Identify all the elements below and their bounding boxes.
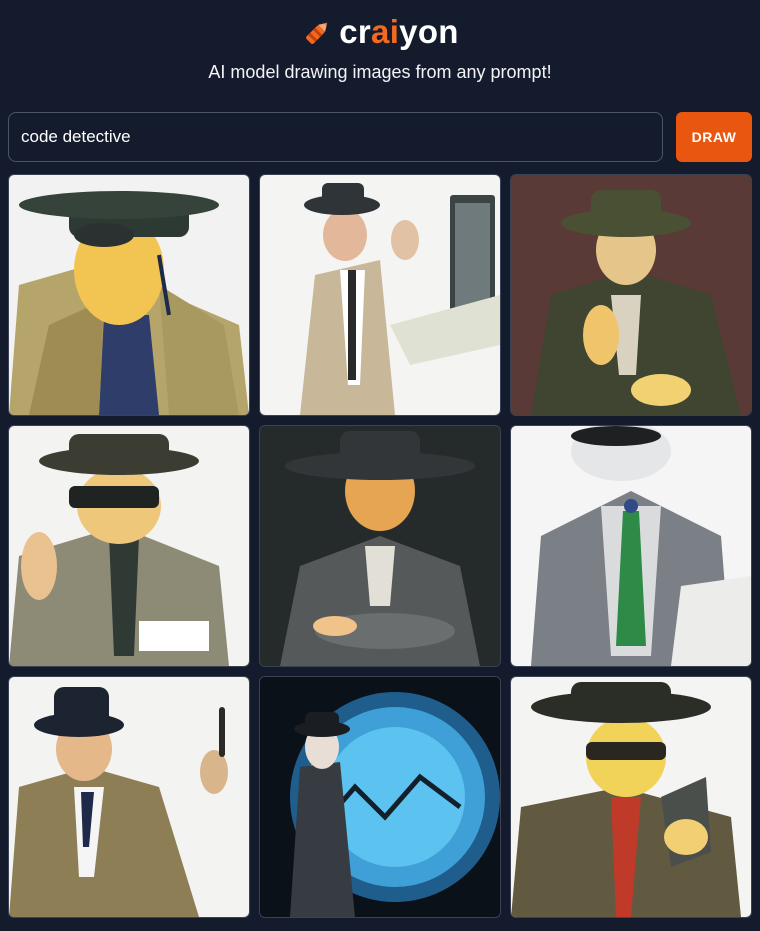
prompt-input[interactable] bbox=[8, 112, 663, 162]
crayon-icon bbox=[306, 22, 328, 44]
logo[interactable]: craiyon bbox=[301, 12, 459, 52]
detective-illustration-9 bbox=[511, 677, 751, 917]
result-image-6[interactable] bbox=[510, 425, 752, 667]
result-image-9[interactable] bbox=[510, 676, 752, 918]
detective-illustration-8 bbox=[260, 677, 500, 917]
tagline: AI model drawing images from any prompt! bbox=[208, 62, 552, 82]
brand-name-suffix: yon bbox=[399, 13, 459, 50]
result-image-3[interactable] bbox=[510, 174, 752, 416]
result-image-4[interactable] bbox=[8, 425, 250, 667]
brand-name-accent: ai bbox=[371, 13, 400, 50]
detective-illustration-3 bbox=[511, 175, 751, 415]
result-image-7[interactable] bbox=[8, 676, 250, 918]
detective-illustration-2 bbox=[260, 175, 500, 415]
result-image-8[interactable] bbox=[259, 676, 501, 918]
header: craiyon bbox=[0, 12, 760, 52]
detective-illustration-5 bbox=[260, 426, 500, 666]
brand-name: craiyon bbox=[339, 12, 459, 52]
result-image-1[interactable] bbox=[8, 174, 250, 416]
brand-name-prefix: cr bbox=[339, 13, 372, 50]
draw-button[interactable]: DRAW bbox=[676, 112, 752, 162]
result-image-2[interactable] bbox=[259, 174, 501, 416]
detective-illustration-1 bbox=[9, 175, 249, 415]
detective-illustration-7 bbox=[9, 677, 249, 917]
result-image-5[interactable] bbox=[259, 425, 501, 667]
results-grid bbox=[8, 174, 752, 918]
detective-illustration-6 bbox=[511, 426, 751, 666]
detective-illustration-4 bbox=[9, 426, 249, 666]
